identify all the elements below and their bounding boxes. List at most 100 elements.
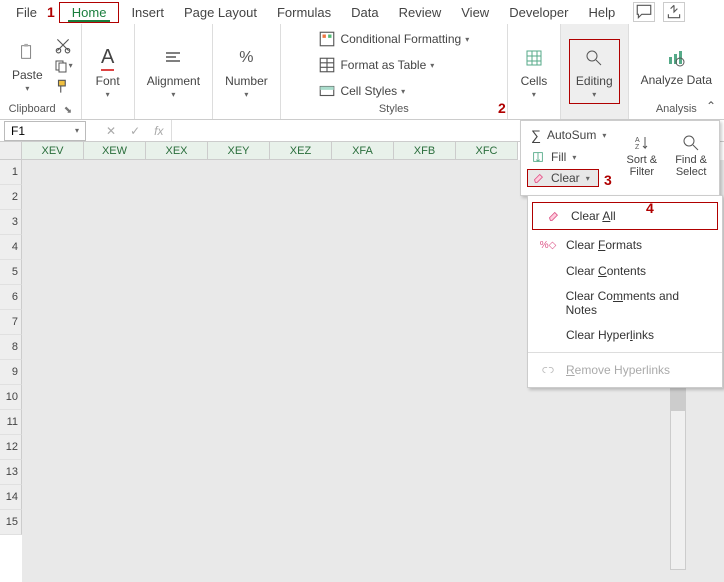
fill[interactable]: Fill ▾: [527, 148, 610, 166]
select-all-corner[interactable]: [0, 142, 22, 160]
sort-icon: AZ: [633, 134, 651, 152]
group-clipboard: Paste ▾ ▾ Clipboard⬊: [0, 24, 82, 119]
row-header[interactable]: 10: [0, 385, 22, 410]
number-button[interactable]: % Number ▾: [221, 42, 272, 101]
tab-file[interactable]: File: [6, 2, 47, 23]
clear-contents-label: Clear Contents: [566, 264, 646, 278]
vertical-scrollbar[interactable]: [670, 370, 686, 570]
sort-label: Sort & Filter: [622, 154, 661, 178]
col-header[interactable]: XFC: [456, 142, 518, 160]
clear-dropdown[interactable]: Clear ▾: [527, 169, 599, 187]
clear-all[interactable]: Clear All: [532, 202, 718, 230]
comments-button[interactable]: [633, 2, 655, 22]
remove-hyperlinks-label: Remove Hyperlinks: [566, 363, 670, 377]
row-header[interactable]: 3: [0, 210, 22, 235]
fill-label: Fill: [551, 150, 566, 164]
chevron-down-icon: ▾: [532, 90, 536, 99]
row-header[interactable]: 2: [0, 185, 22, 210]
row-header[interactable]: 15: [0, 510, 22, 535]
cells-button[interactable]: Cells ▾: [516, 42, 552, 101]
autosum[interactable]: ∑ AutoSum ▾: [527, 125, 610, 145]
row-header[interactable]: 7: [0, 310, 22, 335]
col-header[interactable]: XFA: [332, 142, 394, 160]
row-header[interactable]: 12: [0, 435, 22, 460]
editing-dropdown: ∑ AutoSum ▾ Fill ▾ Clear ▾ AZ Sort & Fil…: [520, 120, 720, 196]
row-header[interactable]: 4: [0, 235, 22, 260]
analyze-data-button[interactable]: Analyze Data: [637, 42, 716, 89]
paste-label: Paste: [12, 68, 43, 82]
row-header[interactable]: 6: [0, 285, 22, 310]
number-label: Number: [225, 74, 268, 88]
row-header[interactable]: 14: [0, 485, 22, 510]
col-header[interactable]: XEZ: [270, 142, 332, 160]
chevron-down-icon: ▾: [75, 126, 79, 135]
paste-button[interactable]: Paste ▾: [8, 36, 47, 95]
clear-contents[interactable]: Clear Contents: [528, 258, 722, 284]
enter-formula[interactable]: ✓: [130, 124, 140, 138]
format-painter-button[interactable]: [53, 78, 73, 96]
row-header[interactable]: 13: [0, 460, 22, 485]
tab-review[interactable]: Review: [389, 2, 452, 23]
annotation-2: 2: [498, 100, 506, 116]
clear-formats[interactable]: %◇ Clear Formats: [528, 232, 722, 258]
copy-button[interactable]: ▾: [53, 57, 73, 75]
name-box[interactable]: F1 ▾: [4, 121, 86, 141]
cell-styles[interactable]: Cell Styles▾: [314, 80, 409, 102]
remove-hyperlinks: Remove Hyperlinks: [528, 357, 722, 383]
tab-insert[interactable]: Insert: [121, 2, 174, 23]
fx-button[interactable]: fx: [154, 124, 163, 138]
clear-submenu: Clear All %◇ Clear Formats Clear Content…: [527, 195, 723, 388]
share-button[interactable]: [663, 2, 685, 22]
group-cells: Cells ▾: [508, 24, 561, 119]
percent-icon: %: [239, 49, 253, 67]
annotation-1: 1: [47, 4, 55, 20]
share-icon: [665, 3, 683, 21]
col-header[interactable]: XEX: [146, 142, 208, 160]
table-icon: [318, 56, 336, 74]
ribbon: Paste ▾ ▾ Clipboard⬊ A Font ▾ Alignment: [0, 24, 724, 120]
chevron-down-icon: ▾: [592, 90, 596, 99]
tab-formulas[interactable]: Formulas: [267, 2, 341, 23]
tab-help[interactable]: Help: [578, 2, 625, 23]
tab-developer[interactable]: Developer: [499, 2, 578, 23]
row-header[interactable]: 8: [0, 335, 22, 360]
tab-home[interactable]: Home: [68, 5, 111, 22]
col-header[interactable]: XEY: [208, 142, 270, 160]
editing-button[interactable]: Editing ▾: [572, 42, 617, 101]
alignment-button[interactable]: Alignment ▾: [143, 42, 204, 101]
search-icon: [585, 49, 603, 67]
chevron-down-icon: ▾: [106, 90, 110, 99]
cancel-formula[interactable]: ✕: [106, 124, 116, 138]
annotation-3: 3: [604, 172, 612, 188]
sort-filter[interactable]: AZ Sort & Filter: [622, 134, 661, 178]
row-header[interactable]: 1: [0, 160, 22, 185]
cut-icon: [54, 36, 72, 54]
tab-data[interactable]: Data: [341, 2, 388, 23]
analysis-label: Analysis: [656, 103, 697, 117]
clear-hyperlinks[interactable]: Clear Hyperlinks: [528, 322, 722, 348]
brush-icon: [54, 78, 72, 96]
cut-button[interactable]: [53, 36, 73, 54]
conditional-formatting[interactable]: Conditional Formatting▾: [314, 28, 473, 50]
dialog-launcher-icon[interactable]: ⬊: [64, 105, 72, 116]
collapse-ribbon[interactable]: ⌃: [702, 97, 720, 115]
editing-label: Editing: [576, 74, 613, 88]
font-button[interactable]: A Font ▾: [90, 42, 126, 101]
paste-icon: [18, 43, 36, 61]
row-headers: 1 2 3 4 5 6 7 8 9 10 11 12 13 14 15: [0, 142, 22, 582]
cond-format-label: Conditional Formatting: [340, 32, 461, 46]
row-header[interactable]: 11: [0, 410, 22, 435]
row-header[interactable]: 5: [0, 260, 22, 285]
group-font: A Font ▾: [82, 24, 135, 119]
cond-format-icon: [318, 30, 336, 48]
tab-page-layout[interactable]: Page Layout: [174, 2, 267, 23]
clear-comments[interactable]: Clear Comments and Notes: [528, 284, 722, 322]
tab-home-highlight: Home: [59, 2, 120, 23]
col-header[interactable]: XEW: [84, 142, 146, 160]
row-header[interactable]: 9: [0, 360, 22, 385]
find-select[interactable]: Find & Select: [669, 134, 713, 178]
col-header[interactable]: XFB: [394, 142, 456, 160]
tab-view[interactable]: View: [451, 2, 499, 23]
col-header[interactable]: XEV: [22, 142, 84, 160]
format-as-table[interactable]: Format as Table▾: [314, 54, 438, 76]
